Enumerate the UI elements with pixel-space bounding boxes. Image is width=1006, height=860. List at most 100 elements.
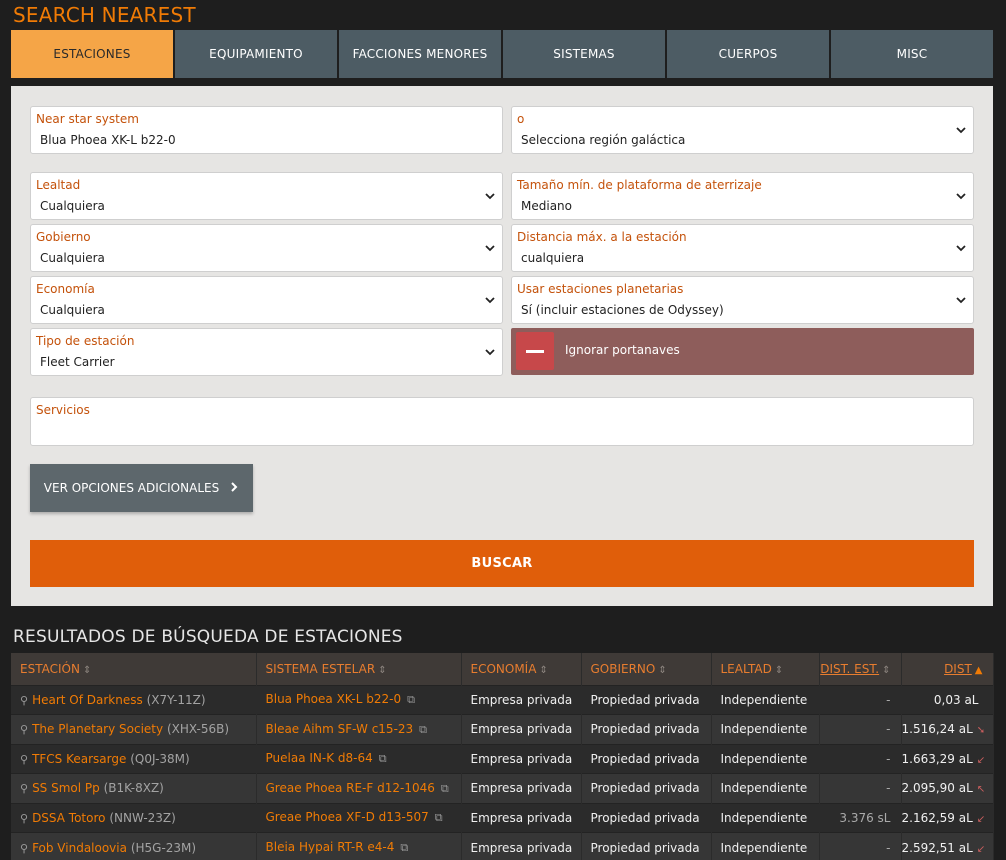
tab-misc[interactable]: MISC	[831, 30, 993, 78]
distance-value: 2.162,59 aL	[901, 810, 973, 825]
services-input[interactable]: Servicios	[30, 397, 974, 446]
government-cell: Propiedad privada	[581, 773, 712, 803]
economia-label: Economía	[36, 282, 95, 296]
system-link[interactable]: Greae Phoea XF-D d13-507	[266, 810, 429, 824]
station-link[interactable]: SS Smol Pp	[32, 781, 100, 795]
table-row: ⚲ TFCS Kearsarge (Q0J-38M) Puelaa IN-K d8-…	[11, 743, 994, 774]
table-row: ⚲ SS Smol Pp (B1K-8XZ) Greae Phoea RE-F d1…	[11, 773, 994, 803]
copy-icon[interactable]: ⧉	[400, 841, 408, 854]
economia-select[interactable]: Economía Cualquiera	[30, 276, 503, 324]
col-header-distance[interactable]: DIST ▲	[901, 653, 994, 685]
system-link[interactable]: Greae Phoea RE-F d12-1046	[266, 781, 435, 795]
station-code: (B1K-8XZ)	[103, 781, 164, 796]
system-cell: Greae Phoea RE-F d12-1046 ⧉	[256, 773, 462, 803]
landing-pad-select[interactable]: Tamaño mín. de plataforma de aterrizaje …	[511, 172, 974, 220]
system-cell: Puelaa IN-K d8-64 ⧉	[256, 743, 462, 774]
station-cell: ⚲ TFCS Kearsarge (Q0J-38M)	[11, 743, 257, 774]
results-title: RESULTADOS DE BÚSQUEDA DE ESTACIONES	[13, 627, 403, 647]
copy-icon[interactable]: ⧉	[435, 811, 443, 824]
station-distance-cell: -	[819, 743, 902, 774]
system-link[interactable]: Puelaa IN-K d8-64	[266, 751, 373, 765]
chevron-down-icon	[955, 294, 967, 306]
tab-cuerpos[interactable]: CUERPOS	[667, 30, 829, 78]
col-header-station[interactable]: ESTACIÓN ⇕	[11, 653, 257, 685]
station-icon: ⚲	[20, 752, 29, 766]
allegiance-cell: Independiente	[711, 832, 820, 860]
gobierno-select[interactable]: Gobierno Cualquiera	[30, 224, 503, 272]
station-icon: ⚲	[20, 782, 29, 796]
system-link[interactable]: Bleia Hypai RT-R e4-4	[266, 840, 395, 854]
copy-icon[interactable]: ⧉	[441, 782, 449, 795]
gobierno-value: Cualquiera	[40, 251, 105, 265]
services-label: Servicios	[36, 403, 90, 417]
station-cell: ⚲ Heart Of Darkness (X7Y-11Z)	[11, 684, 257, 715]
tab-facciones-menores[interactable]: FACCIONES MENORES	[339, 30, 501, 78]
station-icon: ⚲	[20, 811, 29, 825]
chevron-down-icon	[955, 242, 967, 254]
col-header-system[interactable]: SISTEMA ESTELAR ⇕	[256, 653, 462, 685]
tab-estaciones[interactable]: ESTACIONES	[11, 30, 173, 78]
direction-arrow-icon: ↙	[976, 843, 986, 855]
region-value: Selecciona región galáctica	[521, 133, 686, 147]
station-code: (NNW-23Z)	[109, 810, 176, 825]
tab-sistemas[interactable]: SISTEMAS	[503, 30, 665, 78]
station-distance-cell: -	[819, 832, 902, 860]
col-header-allegiance[interactable]: LEALTAD ⇕	[711, 653, 820, 685]
direction-arrow-icon: ↙	[976, 754, 986, 766]
station-icon: ⚲	[20, 723, 29, 737]
station-link[interactable]: The Planetary Society	[32, 722, 163, 736]
copy-icon[interactable]: ⧉	[407, 693, 415, 706]
system-cell: Bleae Aihm SF-W c15-23 ⧉	[256, 714, 462, 744]
station-link[interactable]: TFCS Kearsarge	[32, 752, 126, 766]
station-code: (H5G-23M)	[130, 840, 197, 855]
copy-icon[interactable]: ⧉	[379, 752, 387, 765]
distance-label: Distancia máx. a la estación	[517, 230, 687, 244]
ignore-carriers-toggle[interactable]: Ignorar portanaves	[511, 328, 974, 375]
near-star-system-input[interactable]: Near star system Blua Phoea XK-L b22-0	[30, 106, 503, 154]
station-icon: ⚲	[20, 841, 29, 855]
results-table: ESTACIÓN ⇕ SISTEMA ESTELAR ⇕ ECONOMÍA ⇕ GOB…	[11, 653, 994, 860]
station-type-value: Fleet Carrier	[40, 355, 115, 369]
chevron-right-icon	[229, 481, 239, 496]
chevron-down-icon	[484, 242, 496, 254]
station-link[interactable]: Fob Vindaloovia	[32, 841, 127, 855]
chevron-down-icon	[484, 346, 496, 358]
lealtad-label: Lealtad	[36, 178, 81, 192]
economy-cell: Empresa privada	[461, 773, 582, 803]
station-link[interactable]: DSSA Totoro	[32, 811, 105, 825]
allegiance-cell: Independiente	[711, 743, 820, 774]
table-row: ⚲ The Planetary Society (XHX-56B) Bleae Ai…	[11, 714, 994, 744]
distance-value: 1.516,24 aL	[901, 722, 973, 737]
station-link[interactable]: Heart Of Darkness	[32, 693, 143, 707]
distance-value: 2.592,51 aL	[901, 840, 973, 855]
minus-icon	[516, 332, 554, 370]
station-distance-cell: -	[819, 684, 902, 715]
system-link[interactable]: Blua Phoea XK-L b22-0	[266, 692, 402, 706]
government-cell: Propiedad privada	[581, 743, 712, 774]
col-header-government[interactable]: GOBIERNO ⇕	[581, 653, 712, 685]
station-distance-cell: 3.376 sL	[819, 802, 902, 833]
copy-icon[interactable]: ⧉	[419, 723, 427, 736]
planetary-stations-select[interactable]: Usar estaciones planetarias Sí (incluir …	[511, 276, 974, 324]
more-options-button[interactable]: VER OPCIONES ADICIONALES	[30, 464, 253, 512]
station-type-label: Tipo de estación	[36, 334, 135, 348]
planetary-stations-label: Usar estaciones planetarias	[517, 282, 684, 296]
distance-select[interactable]: Distancia máx. a la estación cualquiera	[511, 224, 974, 272]
economy-cell: Empresa privada	[461, 802, 582, 833]
col-header-economy[interactable]: ECONOMÍA ⇕	[461, 653, 582, 685]
lealtad-value: Cualquiera	[40, 199, 105, 213]
gobierno-label: Gobierno	[36, 230, 91, 244]
landing-pad-label: Tamaño mín. de plataforma de aterrizaje	[517, 178, 762, 192]
allegiance-cell: Independiente	[711, 684, 820, 715]
system-link[interactable]: Bleae Aihm SF-W c15-23	[266, 722, 414, 736]
distance-cell: 2.592,51 aL ↙	[901, 832, 994, 860]
economia-value: Cualquiera	[40, 303, 105, 317]
col-header-station-distance[interactable]: DIST. EST. ⇕	[819, 653, 902, 685]
search-button[interactable]: BUSCAR	[30, 540, 974, 587]
lealtad-select[interactable]: Lealtad Cualquiera	[30, 172, 503, 220]
station-type-select[interactable]: Tipo de estación Fleet Carrier	[30, 328, 503, 376]
tab-equipamiento[interactable]: EQUIPAMIENTO	[175, 30, 337, 78]
station-code: (X7Y-11Z)	[146, 692, 206, 707]
region-select[interactable]: o Selecciona región galáctica	[511, 106, 974, 154]
station-distance-cell: -	[819, 714, 902, 744]
